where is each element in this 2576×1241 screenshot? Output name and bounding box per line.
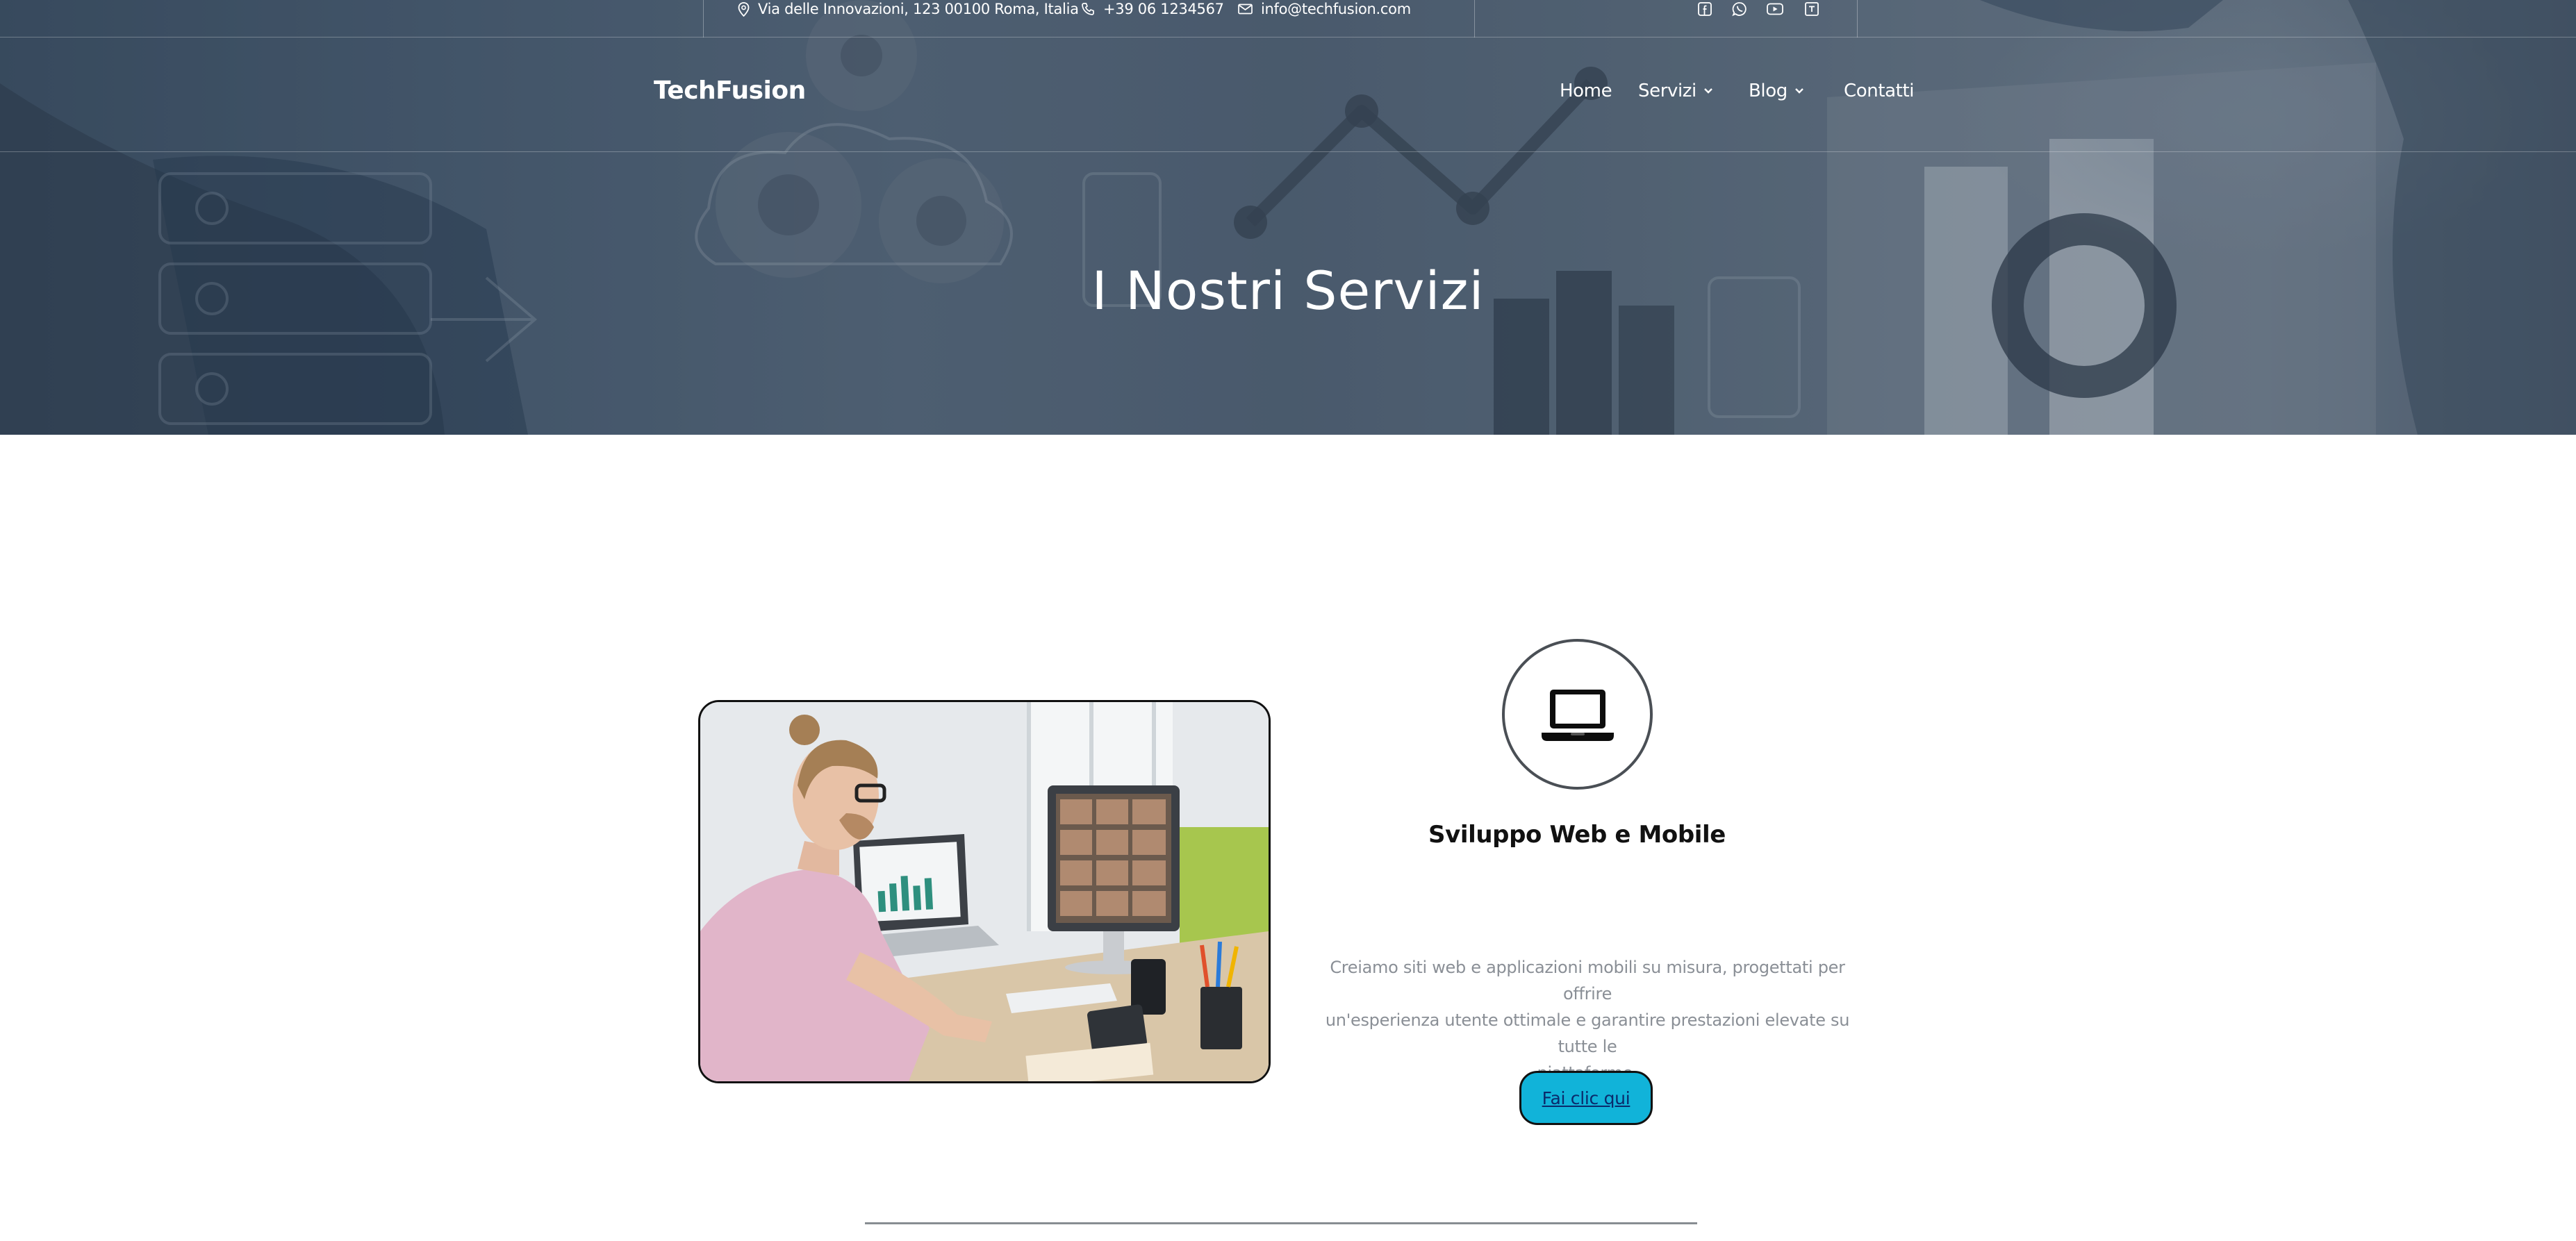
tripadvisor-icon — [1803, 1, 1820, 17]
site-logo[interactable]: TechFusion — [654, 76, 806, 105]
address-text: Via delle Innovazioni, 123 00100 Roma, I… — [758, 1, 1079, 17]
description-line: un'esperienza utente ottimale e garantir… — [1325, 1010, 1850, 1056]
nav-item-contatti[interactable]: Contatti — [1844, 81, 1914, 101]
chevron-down-icon — [1795, 88, 1803, 94]
nav-label: Blog — [1749, 81, 1787, 101]
phone-text: +39 06 1234567 — [1103, 1, 1224, 17]
description-line: Creiamo siti web e applicazioni mobili s… — [1330, 958, 1845, 1003]
service-title: Sviluppo Web e Mobile — [1428, 821, 1726, 849]
nav-item-home[interactable]: Home — [1560, 81, 1612, 101]
nav-item-servizi[interactable]: Servizi — [1638, 81, 1713, 101]
topbar-divider — [703, 0, 704, 38]
top-info-bar: Via delle Innovazioni, 123 00100 Roma, I… — [0, 0, 2576, 38]
laptop-icon — [1541, 689, 1614, 741]
service-icon-badge — [1502, 639, 1653, 790]
youtube-link[interactable] — [1767, 0, 1783, 18]
facebook-icon — [1696, 1, 1713, 17]
address-item: Via delle Innovazioni, 123 00100 Roma, I… — [738, 0, 1079, 18]
nav-divider — [0, 151, 2576, 152]
page-title: I Nostri Servizi — [1091, 260, 1485, 322]
mail-icon — [1238, 3, 1253, 15]
phone-icon — [1082, 3, 1094, 15]
hero-overlay — [0, 0, 2576, 435]
chevron-down-icon — [1704, 88, 1712, 94]
service-description: Creiamo siti web e applicazioni mobili s… — [1306, 954, 1869, 1086]
email-text: info@techfusion.com — [1261, 1, 1411, 17]
hero-banner: Via delle Innovazioni, 123 00100 Roma, I… — [0, 0, 2576, 435]
whatsapp-icon — [1731, 1, 1748, 17]
nav-item-blog[interactable]: Blog — [1749, 81, 1804, 101]
nav-label: Servizi — [1638, 81, 1696, 101]
email-item[interactable]: info@techfusion.com — [1238, 0, 1411, 18]
service-photo — [698, 700, 1271, 1083]
whatsapp-link[interactable] — [1731, 0, 1748, 18]
cta-button[interactable]: Fai clic qui — [1519, 1071, 1653, 1125]
tripadvisor-link[interactable] — [1803, 0, 1820, 18]
section-divider — [865, 1222, 1697, 1224]
nav-label: Contatti — [1844, 81, 1915, 101]
topbar-divider — [1474, 0, 1475, 38]
nav-label: Home — [1560, 81, 1612, 101]
map-pin-icon — [738, 1, 750, 17]
youtube-icon — [1767, 1, 1783, 17]
phone-item[interactable]: +39 06 1234567 — [1081, 0, 1224, 18]
topbar-divider — [1857, 0, 1858, 38]
facebook-link[interactable] — [1696, 0, 1713, 18]
